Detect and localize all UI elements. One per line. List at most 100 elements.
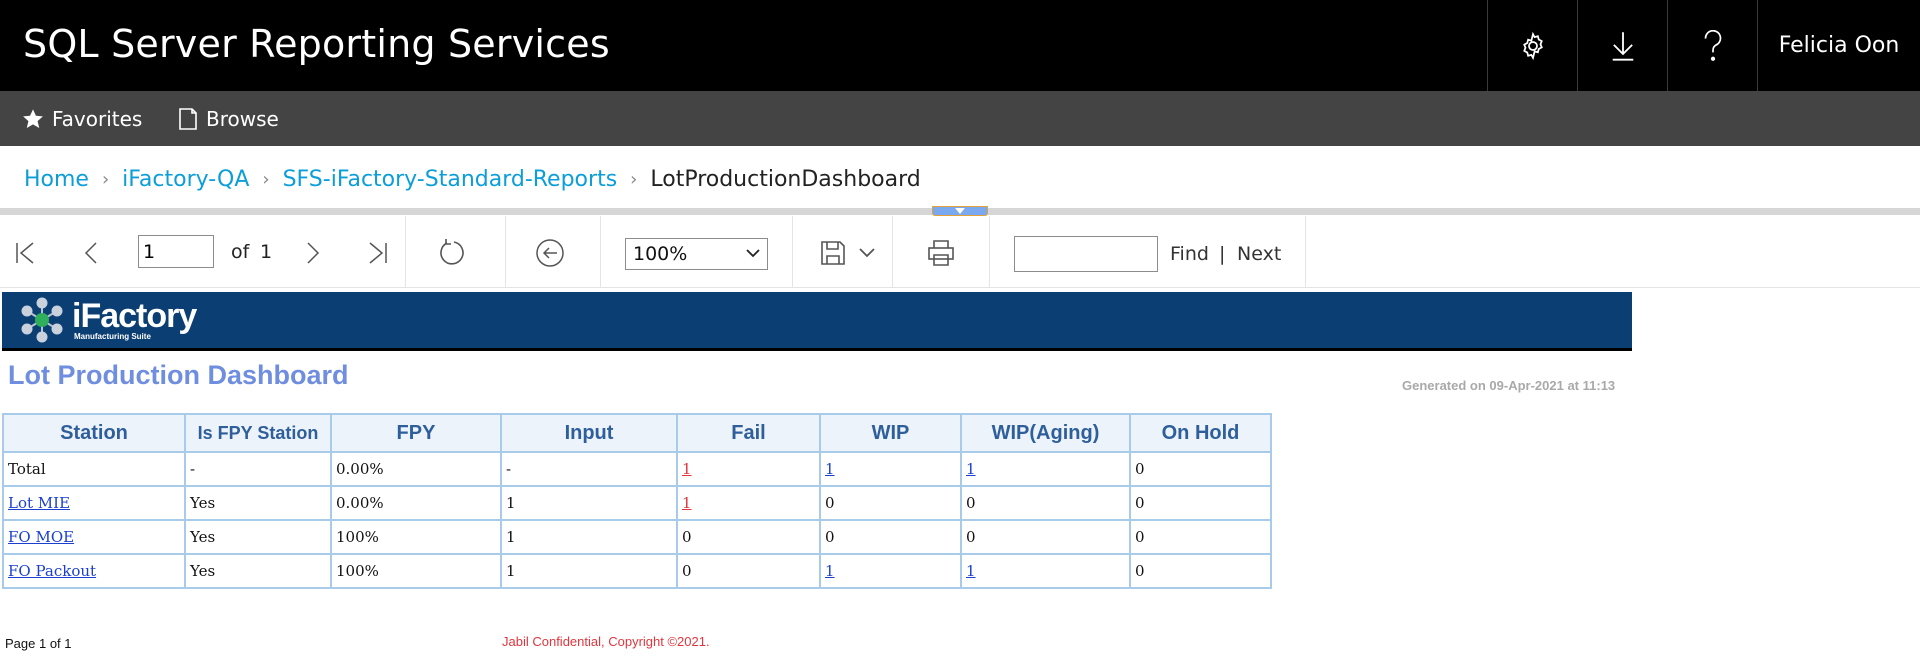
help-button[interactable] (1667, 0, 1757, 91)
previous-page-button[interactable] (77, 238, 107, 268)
fpy-cell: 0.00% (330, 451, 502, 487)
fpy-cell: 0.00% (330, 485, 502, 521)
toolbar-divider (505, 216, 506, 288)
chevron-down-icon (746, 249, 760, 258)
wip-cell: 0 (819, 485, 962, 521)
station-cell: Lot MIE (2, 485, 186, 521)
wip-link[interactable]: 1 (825, 562, 835, 580)
station-link[interactable]: Lot MIE (8, 494, 70, 512)
settings-button[interactable] (1487, 0, 1577, 91)
breadcrumb-ifactory-qa[interactable]: iFactory-QA (122, 167, 249, 192)
next-page-button[interactable] (297, 238, 327, 268)
last-page-icon (369, 242, 387, 264)
find-input[interactable] (1014, 236, 1158, 272)
app-title[interactable]: SQL Server Reporting Services (23, 22, 610, 66)
wip-aging-cell: 0 (960, 485, 1131, 521)
chevron-right-icon: › (101, 168, 110, 190)
browse-label: Browse (206, 106, 279, 131)
table-row: Lot MIE Yes 0.00% 1 1 0 0 0 (2, 485, 1272, 521)
wip-cell: 1 (819, 553, 962, 589)
fail-cell: 1 (676, 451, 821, 487)
first-page-button[interactable] (11, 238, 41, 268)
breadcrumb-home[interactable]: Home (24, 167, 89, 192)
breadcrumb-standard-reports[interactable]: SFS-iFactory-Standard-Reports (283, 167, 618, 192)
fail-cell: 0 (676, 519, 821, 555)
first-page-icon (16, 242, 34, 264)
favorites-link[interactable]: Favorites (22, 91, 142, 146)
wip-aging-cell: 1 (960, 553, 1131, 589)
fail-cell: 0 (676, 553, 821, 589)
chevron-right-icon: › (630, 168, 638, 190)
find-button[interactable]: Find (1170, 243, 1209, 265)
input-cell: 1 (500, 553, 678, 589)
table-header-row: Station Is FPY Station FPY Input Fail WI… (2, 413, 1272, 453)
table-row: FO Packout Yes 100% 1 0 1 1 0 (2, 553, 1272, 589)
print-button[interactable] (926, 238, 956, 268)
input-cell: 1 (500, 485, 678, 521)
last-page-button[interactable] (362, 238, 392, 268)
total-pages: 1 (260, 241, 273, 263)
chevron-left-icon (84, 242, 97, 264)
is-fpy-cell: Yes (184, 519, 332, 555)
chevron-right-icon (307, 242, 320, 264)
print-icon (928, 240, 954, 266)
export-button[interactable] (818, 238, 848, 268)
column-header-on-hold: On Hold (1129, 413, 1272, 453)
browse-link[interactable]: Browse (178, 91, 279, 146)
top-header: SQL Server Reporting Services Felicia Oo… (0, 0, 1920, 91)
is-fpy-cell: - (184, 451, 332, 487)
download-button[interactable] (1577, 0, 1667, 91)
breadcrumb: Home › iFactory-QA › SFS-iFactory-Standa… (24, 163, 921, 195)
toolbar-divider (792, 216, 793, 288)
favorites-label: Favorites (52, 106, 143, 131)
wip-aging-link[interactable]: 1 (966, 562, 976, 580)
toolbar-divider (600, 216, 601, 288)
chevron-down-icon (859, 248, 875, 258)
report-toolbar: of 1 100% Find | Next (0, 216, 1920, 288)
wip-aging-cell: 1 (960, 451, 1131, 487)
toolbar-divider (989, 216, 990, 288)
breadcrumb-current: LotProductionDashboard (650, 166, 921, 192)
nav-bar: Favorites Browse (0, 91, 1920, 146)
station-link[interactable]: FO Packout (8, 562, 96, 580)
export-dropdown-button[interactable] (852, 238, 882, 268)
page-number-input[interactable] (138, 235, 214, 268)
wip-aging-link[interactable]: 1 (966, 460, 976, 478)
chevron-down-icon (955, 208, 965, 214)
on-hold-cell: 0 (1129, 485, 1272, 521)
on-hold-cell: 0 (1129, 451, 1272, 487)
help-icon (1704, 29, 1721, 61)
refresh-button[interactable] (437, 238, 467, 268)
ifactory-logo-icon (21, 297, 63, 343)
column-header-fpy: FPY (330, 413, 502, 453)
page-footer: Page 1 of 1 (5, 636, 72, 651)
zoom-select[interactable]: 100% (625, 238, 768, 270)
station-link[interactable]: FO MOE (8, 528, 74, 546)
wip-aging-cell: 0 (960, 519, 1131, 555)
back-to-parent-button[interactable] (535, 238, 565, 268)
gear-icon (1522, 31, 1543, 60)
user-menu[interactable]: Felicia Oon (1757, 0, 1920, 91)
star-icon (23, 108, 43, 128)
copyright-notice: Jabil Confidential, Copyright ©2021. (502, 634, 710, 649)
page-of-label: of (231, 241, 250, 263)
wip-link[interactable]: 1 (825, 460, 835, 478)
fpy-cell: 100% (330, 519, 502, 555)
report-banner: iFactory Manufacturing Suite (2, 292, 1632, 351)
chevron-right-icon: › (262, 168, 270, 190)
column-header-station: Station (2, 413, 186, 453)
on-hold-cell: 0 (1129, 553, 1272, 589)
column-header-wip-aging: WIP(Aging) (960, 413, 1131, 453)
wip-cell: 1 (819, 451, 962, 487)
zoom-value: 100% (633, 243, 688, 265)
fail-link[interactable]: 1 (682, 494, 692, 512)
column-header-input: Input (500, 413, 678, 453)
find-next-button[interactable]: Next (1237, 243, 1281, 265)
column-header-fail: Fail (676, 413, 821, 453)
find-separator: | (1219, 243, 1226, 265)
toolbar-divider (405, 216, 406, 288)
logo-name: iFactory (72, 297, 197, 335)
fail-link[interactable]: 1 (682, 460, 692, 478)
table-row: Total - 0.00% - 1 1 1 0 (2, 451, 1272, 487)
parameter-toggle-button[interactable] (932, 206, 988, 216)
